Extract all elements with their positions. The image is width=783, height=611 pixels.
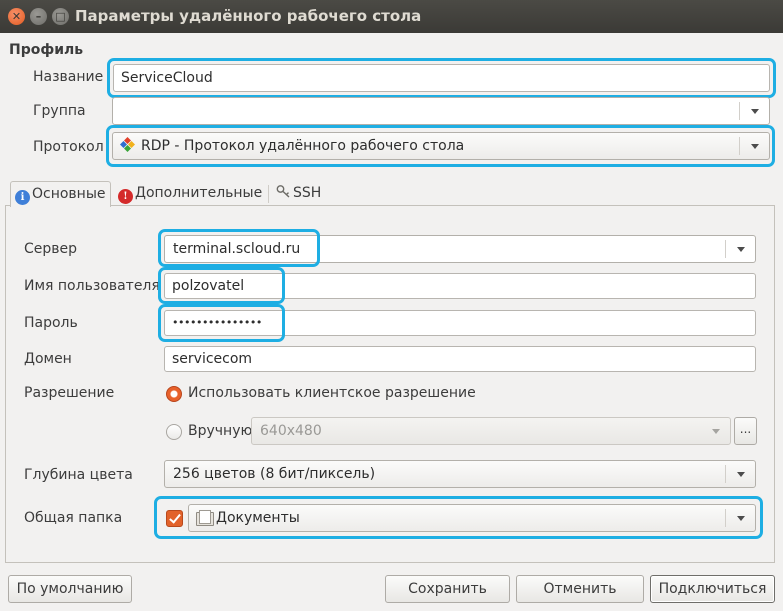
chevron-down-icon bbox=[737, 247, 745, 252]
rdp-plugin-icon bbox=[120, 137, 135, 152]
server-value: terminal.scloud.ru bbox=[173, 241, 301, 257]
maximize-window-button[interactable]: □ bbox=[52, 8, 69, 25]
resolution-more-button[interactable]: ... bbox=[734, 417, 757, 445]
resolution-client-label[interactable]: Использовать клиентское разрешение bbox=[188, 385, 476, 401]
server-combo-separator bbox=[725, 240, 726, 258]
server-label: Сервер bbox=[24, 241, 78, 257]
chevron-down-icon bbox=[737, 472, 745, 477]
info-icon: i bbox=[15, 190, 30, 205]
color-depth-value: 256 цветов (8 бит/пиксель) bbox=[173, 466, 376, 482]
server-combo[interactable]: terminal.scloud.ru bbox=[164, 235, 756, 263]
tab-separator bbox=[268, 185, 269, 203]
resolution-manual-radio[interactable] bbox=[166, 424, 182, 440]
shared-folder-combo-separator bbox=[725, 509, 726, 527]
name-label: Название bbox=[33, 69, 104, 85]
connect-button[interactable]: Подключиться bbox=[650, 575, 775, 603]
username-input[interactable]: polzovatel bbox=[164, 273, 756, 299]
save-button[interactable]: Сохранить bbox=[385, 575, 510, 603]
name-input[interactable]: ServiceCloud bbox=[113, 64, 770, 92]
group-combo-separator bbox=[739, 102, 740, 120]
protocol-combo-separator bbox=[739, 137, 740, 155]
tab-ssh-label: SSH bbox=[293, 185, 322, 201]
shared-folder-checkbox[interactable] bbox=[166, 510, 183, 527]
group-label: Группа bbox=[33, 103, 86, 119]
resolution-label: Разрешение bbox=[24, 385, 115, 401]
key-icon bbox=[276, 185, 290, 198]
profile-section-title: Профиль bbox=[9, 42, 84, 58]
resolution-manual-label[interactable]: Вручную bbox=[188, 423, 252, 439]
tab-advanced[interactable]: ! Дополнительные bbox=[114, 181, 266, 206]
tab-ssh[interactable]: SSH bbox=[272, 181, 325, 206]
shared-folder-combo[interactable]: Документы bbox=[188, 504, 756, 532]
window-title: Параметры удалённого рабочего стола bbox=[75, 7, 422, 25]
color-depth-label: Глубина цвета bbox=[24, 467, 133, 483]
minimize-window-button[interactable]: – bbox=[30, 8, 47, 25]
protocol-value: RDP - Протокол удалённого рабочего стола bbox=[141, 138, 465, 154]
tab-basic-label: Основные bbox=[32, 186, 106, 202]
group-combo[interactable] bbox=[112, 97, 770, 125]
defaults-button[interactable]: По умолчанию bbox=[8, 575, 132, 603]
chevron-down-icon bbox=[751, 144, 759, 149]
folder-icon bbox=[196, 510, 214, 526]
shared-folder-value: Документы bbox=[216, 510, 300, 526]
username-label: Имя пользователя bbox=[24, 278, 160, 294]
warning-icon: ! bbox=[118, 189, 133, 204]
shared-folder-label: Общая папка bbox=[24, 510, 123, 526]
password-label: Пароль bbox=[24, 315, 78, 331]
protocol-combo[interactable]: RDP - Протокол удалённого рабочего стола bbox=[112, 132, 770, 160]
title-bar: ✕ – □ Параметры удалённого рабочего стол… bbox=[0, 0, 783, 33]
tab-basic[interactable]: i Основные bbox=[10, 181, 111, 207]
chevron-down-icon bbox=[712, 429, 720, 434]
resolution-client-radio[interactable] bbox=[166, 386, 182, 402]
protocol-label: Протокол bbox=[33, 139, 104, 155]
close-window-button[interactable]: ✕ bbox=[8, 8, 25, 25]
cancel-button[interactable]: Отменить bbox=[516, 575, 644, 603]
domain-label: Домен bbox=[24, 351, 72, 367]
resolution-manual-combo: 640x480 bbox=[251, 417, 731, 445]
chevron-down-icon bbox=[737, 516, 745, 521]
domain-input[interactable]: servicecom bbox=[164, 346, 756, 372]
chevron-down-icon bbox=[751, 109, 759, 114]
password-input[interactable]: ••••••••••••••• bbox=[164, 310, 756, 336]
remote-desktop-preferences-window: ✕ – □ Параметры удалённого рабочего стол… bbox=[0, 0, 783, 611]
resolution-manual-value: 640x480 bbox=[260, 423, 322, 439]
tab-advanced-label: Дополнительные bbox=[135, 185, 263, 201]
color-depth-combo[interactable]: 256 цветов (8 бит/пиксель) bbox=[164, 460, 756, 488]
color-depth-combo-separator bbox=[725, 465, 726, 483]
